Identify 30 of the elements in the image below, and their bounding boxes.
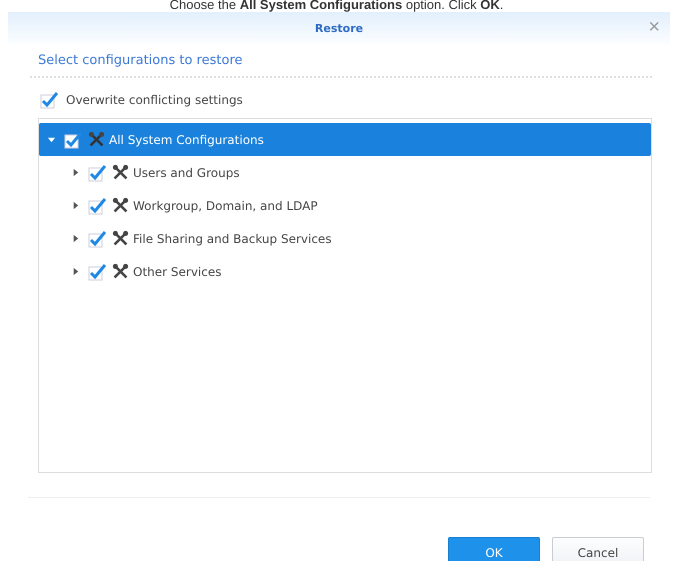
checkbox[interactable] (88, 228, 108, 248)
tools-icon (112, 164, 129, 181)
cancel-button[interactable]: Cancel (552, 537, 644, 561)
checkbox[interactable] (88, 262, 108, 282)
caret-down-icon[interactable] (47, 135, 56, 144)
caret-right-icon[interactable] (71, 168, 80, 177)
tools-icon (112, 197, 129, 214)
window-title: Restore (314, 22, 364, 34)
checkbox[interactable] (88, 162, 108, 182)
tree-item-label: Other Services (133, 264, 222, 278)
section-title: Select configurations to restore (38, 53, 244, 68)
tree-item-label: Workgroup, Domain, and LDAP (133, 198, 318, 212)
checkbox[interactable] (64, 130, 84, 150)
tools-icon (112, 230, 129, 247)
tree-item-label: Users and Groups (133, 166, 240, 180)
tree-item-label: File Sharing and Backup Services (133, 232, 332, 246)
caret-right-icon[interactable] (71, 201, 80, 210)
checkbox[interactable] (40, 90, 60, 110)
tree-item-label: All System Configurations (109, 132, 264, 146)
tree-row[interactable]: File Sharing and Backup Services (39, 222, 651, 255)
checkbox[interactable] (88, 196, 108, 216)
caret-right-icon[interactable] (71, 234, 80, 243)
checkbox-label: Overwrite conflicting settings (66, 93, 243, 107)
tree-row[interactable]: All System Configurations (39, 123, 651, 156)
tree-row[interactable]: Users and Groups (39, 156, 651, 189)
tree-row[interactable]: Workgroup, Domain, and LDAP (39, 189, 651, 222)
tools-icon (88, 131, 105, 148)
tools-icon (112, 263, 129, 280)
tree-row[interactable]: Other Services (39, 255, 651, 288)
caret-right-icon[interactable] (71, 267, 80, 276)
